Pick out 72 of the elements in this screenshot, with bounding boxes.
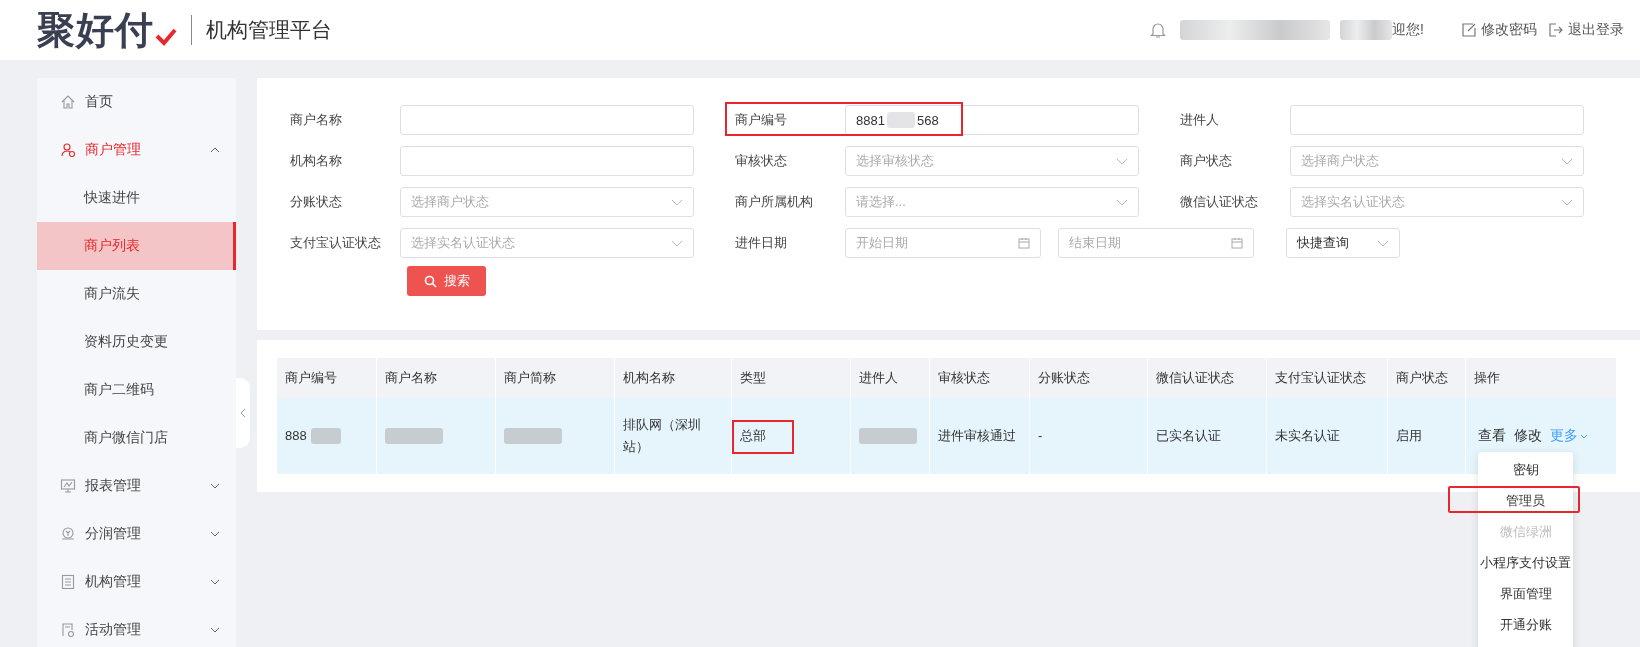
field-label: 微信认证状态 [1180,193,1259,211]
caret-icon [1377,239,1389,247]
quick-select[interactable]: 快捷查询 [1286,228,1400,258]
sidebar-item[interactable]: 分润管理 [37,510,236,558]
input-field[interactable] [400,105,694,135]
menu-item[interactable]: 界面管理 [1478,578,1573,609]
user-icon [60,142,76,158]
caret-icon [1561,157,1573,165]
flag-icon [60,622,76,638]
caret-icon [1580,433,1588,439]
sidebar-subitem[interactable]: 商户流失 [37,270,236,318]
monitor-icon [60,478,76,494]
caret-icon [1116,157,1128,165]
table-cell-text: 总部 [740,427,766,445]
sidebar-item[interactable]: 商户管理 [37,126,236,174]
home-icon [60,94,76,110]
logo: 聚好付 [37,7,154,53]
sidebar-subitem[interactable]: 快速进件 [37,174,236,222]
table-cell-text: 进件审核通过 [938,427,1016,445]
collapse-handle[interactable] [236,378,250,448]
sidebar-subitem[interactable]: 资料历史变更 [37,318,236,366]
field-label: 分账状态 [290,193,343,211]
search-button[interactable]: 搜索 [407,266,486,296]
bell-icon[interactable] [1150,21,1167,39]
sidebar-subitem[interactable]: 商户微信门店 [37,414,236,462]
table-cell-text: 888 [285,427,307,445]
field-label: 进件人 [1180,111,1220,129]
field-label: 支付宝认证状态 [290,234,382,252]
row-action-link[interactable]: 修改 [1514,427,1542,445]
field-label: 商户编号 [735,111,788,129]
field-label: 商户状态 [1180,152,1233,170]
menu-item[interactable]: 小程序支付设置 [1478,547,1573,578]
menu-item[interactable]: 开通分账 [1478,609,1573,640]
edit-icon [1462,23,1476,37]
table-cell-text: - [1038,427,1043,445]
sidebar-item[interactable]: 首页 [37,78,236,126]
sidebar-subitem[interactable]: 商户二维码 [37,366,236,414]
caret-icon [1561,198,1573,206]
redacted-block [1340,20,1393,40]
field-label: 审核状态 [735,152,788,170]
field-label: 商户所属机构 [735,193,814,211]
menu-item[interactable]: 管理员 [1478,485,1573,516]
input-field[interactable] [400,146,694,176]
platform-title: 机构管理平台 [191,15,332,45]
table-cell-text: 启用 [1396,427,1422,445]
calendar-icon [1018,237,1030,249]
menu-item[interactable]: 密钥 [1478,454,1573,485]
chevron-left-icon [240,408,246,418]
search-icon [423,274,437,288]
sidebar-item[interactable]: 机构管理 [37,558,236,606]
table-cell-text: 排队网（深圳站） [623,416,702,456]
logout-icon [1549,23,1563,37]
document-icon [60,574,76,590]
row-action-link[interactable]: 查看 [1478,427,1506,445]
header-link[interactable]: 退出登录 [1549,21,1624,39]
check-icon [155,28,177,46]
sidebar-item[interactable]: 活动管理 [37,606,236,647]
greeting-text: 迎您! [1392,21,1424,39]
coin-icon [60,526,76,542]
field-label: 进件日期 [735,234,788,252]
table-cell-text: 未实名认证 [1275,427,1340,445]
field-label: 机构名称 [290,152,343,170]
table-cell-text: 已实名认证 [1156,427,1221,445]
sidebar-item[interactable]: 报表管理 [37,462,236,510]
caret-icon [671,239,683,247]
input-field[interactable]: 8881 568 [845,105,1139,135]
field-label: 商户名称 [290,111,343,129]
caret-icon [1116,198,1128,206]
calendar-icon [1231,237,1243,249]
caret-icon [671,198,683,206]
input-field[interactable] [1290,105,1584,135]
header-link[interactable]: 修改密码 [1462,21,1537,39]
